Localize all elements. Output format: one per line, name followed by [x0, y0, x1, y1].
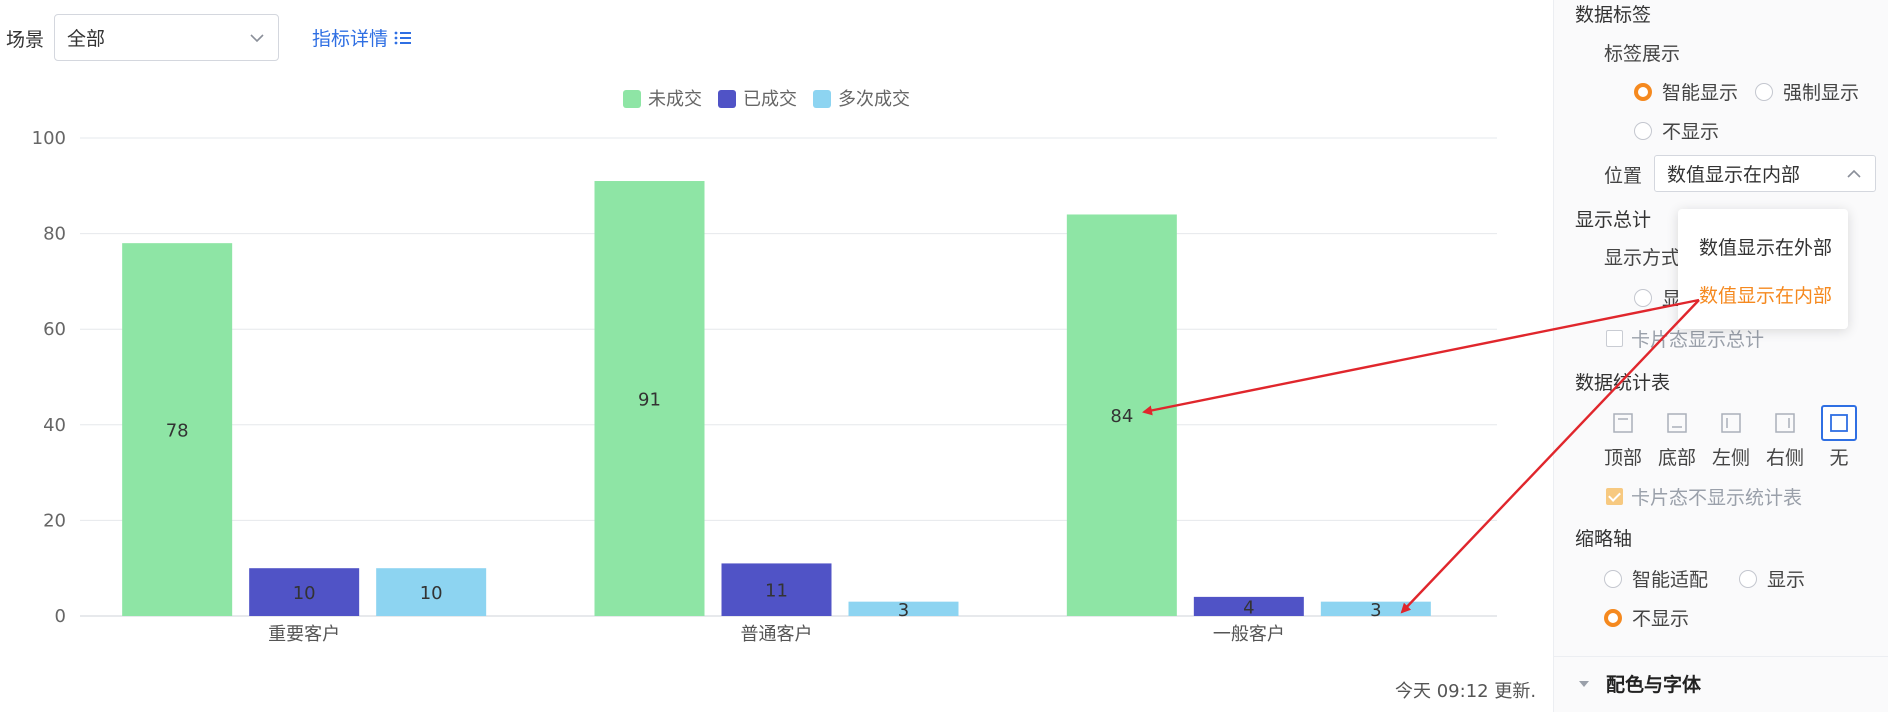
color-font-section-label: 配色与字体: [1606, 674, 1702, 696]
stats-none-button[interactable]: [1821, 405, 1857, 441]
checkbox-box: [1606, 488, 1623, 505]
y-tick-label: 0: [55, 606, 66, 627]
layout-none-icon: [1830, 414, 1848, 432]
data-label: 91: [638, 390, 661, 411]
radio-dot: [1634, 288, 1652, 307]
radio-dot: [1634, 82, 1652, 101]
position-dropdown-menu: 数值显示在外部 数值显示在内部: [1678, 209, 1848, 329]
radio-dot: [1739, 569, 1757, 588]
list-icon: [394, 31, 412, 44]
data-label: 78: [166, 421, 189, 442]
page: 场景 全部 指标详情 0 20 40 60 80 100 未成交 已成交 多次成交 78 10 10 重…: [0, 0, 1888, 712]
radio-label: 强制显示: [1783, 82, 1860, 104]
y-tick-label: 80: [43, 224, 66, 245]
data-label: 10: [420, 583, 443, 604]
stats-right-label: 右侧: [1765, 447, 1804, 469]
data-label: 11: [765, 581, 788, 602]
card-no-stats-checkbox[interactable]: 卡片态不显示统计表: [1606, 483, 1802, 510]
stats-top-button[interactable]: [1605, 405, 1641, 441]
caret-down-icon: [1579, 680, 1589, 687]
radio-dot: [1604, 569, 1622, 588]
card-total-checkbox[interactable]: 卡片态显示总计: [1606, 325, 1764, 352]
radio-dot: [1755, 82, 1773, 101]
radio-label: 不显示: [1662, 121, 1720, 143]
layout-left-icon: [1721, 413, 1741, 433]
position-select[interactable]: 数值显示在内部: [1654, 155, 1876, 192]
radio-label: 显示: [1767, 569, 1806, 591]
scene-select-value: 全部: [67, 28, 106, 50]
stats-left-label: 左侧: [1711, 447, 1750, 469]
stats-left-button[interactable]: [1713, 405, 1749, 441]
y-tick-label: 60: [43, 319, 66, 340]
label-display-title: 标签展示: [1604, 43, 1681, 65]
grouped-bar-chart: 0 20 40 60 80 100 未成交 已成交 多次成交 78 10 10 重要客户 91 11 3 普通客…: [32, 89, 1497, 645]
display-mode-label: 显示方式: [1604, 247, 1681, 269]
scene-select[interactable]: 全部: [54, 14, 279, 61]
radio-dot: [1604, 608, 1622, 627]
layout-right-icon: [1775, 413, 1795, 433]
dropdown-option-outside[interactable]: 数值显示在外部: [1699, 233, 1832, 260]
radio-label: 不显示: [1632, 608, 1690, 630]
radio-no-display[interactable]: 不显示: [1634, 117, 1719, 144]
x-tick-label: 重要客户: [268, 624, 340, 645]
show-total-title: 显示总计: [1575, 209, 1652, 231]
data-label: 4: [1243, 597, 1254, 618]
radio-axis-hide[interactable]: 不显示: [1604, 604, 1689, 631]
metric-details-label: 指标详情: [312, 28, 389, 50]
dropdown-option-inside[interactable]: 数值显示在内部: [1699, 281, 1832, 308]
radio-axis-smart[interactable]: 智能适配: [1604, 565, 1708, 592]
radio-axis-show[interactable]: 显示: [1739, 565, 1805, 592]
color-font-section-header[interactable]: 配色与字体: [1578, 670, 1701, 697]
stats-table-title: 数据统计表: [1575, 372, 1671, 394]
layout-top-icon: [1613, 413, 1633, 433]
checkbox-label: 卡片态不显示统计表: [1631, 487, 1803, 509]
chevron-up-icon: [1847, 169, 1861, 178]
stats-bottom-label: 底部: [1657, 447, 1696, 469]
y-tick-label: 40: [43, 415, 66, 436]
checkbox-box: [1606, 330, 1623, 347]
legend-swatch: [813, 90, 831, 108]
x-tick-label: 一般客户: [1213, 624, 1285, 645]
position-select-value: 数值显示在内部: [1667, 164, 1801, 186]
checkbox-label: 卡片态显示总计: [1631, 329, 1765, 351]
data-labels-title: 数据标签: [1575, 4, 1652, 26]
stats-bottom-button[interactable]: [1659, 405, 1695, 441]
radio-label: 智能显示: [1662, 82, 1739, 104]
legend-swatch: [718, 90, 736, 108]
radio-dot: [1634, 121, 1652, 140]
legend-label: 多次成交: [838, 89, 910, 110]
radio-smart-display[interactable]: 智能显示: [1634, 78, 1738, 105]
radio-label: 智能适配: [1632, 569, 1709, 591]
legend-label: 已成交: [743, 89, 797, 110]
stats-right-button[interactable]: [1767, 405, 1803, 441]
layout-bottom-icon: [1667, 413, 1687, 433]
radio-force-display[interactable]: 强制显示: [1755, 78, 1859, 105]
scene-label: 场景: [6, 28, 45, 51]
data-label: 10: [293, 583, 316, 604]
legend-label: 未成交: [648, 89, 702, 110]
filter-toolbar: 场景: [0, 14, 44, 62]
axis-title: 缩略轴: [1575, 528, 1633, 550]
x-tick-label: 普通客户: [741, 624, 813, 645]
legend-swatch: [623, 90, 641, 108]
data-label: 3: [1370, 600, 1381, 621]
y-tick-label: 20: [43, 510, 66, 531]
metric-details-link[interactable]: 指标详情: [312, 24, 412, 51]
panel-divider: [1553, 656, 1888, 657]
chevron-down-icon: [250, 34, 264, 43]
stats-none-label: 无: [1829, 447, 1849, 469]
y-tick-label: 100: [32, 128, 66, 149]
stats-top-label: 顶部: [1603, 447, 1642, 469]
data-label: 84: [1110, 406, 1133, 427]
updated-timestamp: 今天 09:12 更新.: [1395, 681, 1537, 702]
data-label: 3: [898, 600, 909, 621]
position-label: 位置: [1604, 165, 1643, 187]
radio-display-mode[interactable]: 显: [1634, 284, 1681, 311]
